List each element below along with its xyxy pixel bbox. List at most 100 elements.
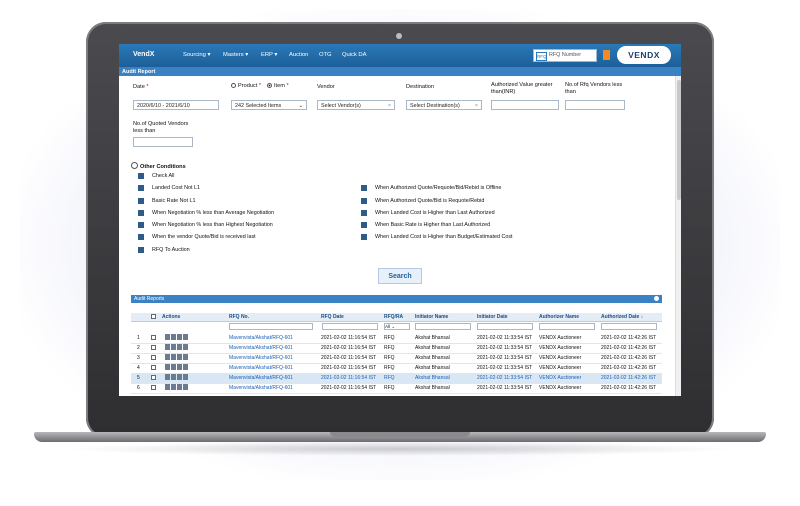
page-scrollbar[interactable] bbox=[675, 76, 681, 396]
condition-checkbox[interactable] bbox=[361, 222, 367, 228]
condition-checkbox[interactable] bbox=[138, 222, 144, 228]
check-all-checkbox[interactable] bbox=[138, 173, 144, 179]
edit-icon[interactable] bbox=[171, 384, 176, 390]
row-checkbox[interactable] bbox=[151, 344, 156, 350]
condition-checkbox[interactable] bbox=[361, 210, 367, 216]
app-brand[interactable]: VendX bbox=[133, 51, 154, 58]
authorized-value-input[interactable] bbox=[491, 100, 559, 110]
cell-rfq[interactable]: Mavenvista/Akshat/RFQ-601 bbox=[229, 375, 293, 381]
quoted-vendors-input[interactable] bbox=[133, 137, 193, 147]
edit-icon[interactable] bbox=[171, 344, 176, 350]
close-icon[interactable]: × bbox=[475, 101, 478, 111]
date-range-input[interactable]: 2020/6/10 - 2021/6/10 bbox=[133, 100, 219, 110]
col-authorizer-name[interactable]: Authorizer Name bbox=[539, 314, 579, 320]
rfq-vendors-input[interactable] bbox=[565, 100, 625, 110]
cell-rfq[interactable]: Mavenvista/Akshat/RFQ-601 bbox=[229, 355, 293, 361]
cell-rfq[interactable]: Mavenvista/Akshat/RFQ-601 bbox=[229, 345, 293, 351]
row-actions[interactable] bbox=[165, 354, 197, 361]
col-initiator-date[interactable]: Initiator Date bbox=[477, 314, 508, 320]
report-icon[interactable] bbox=[177, 374, 182, 380]
view-icon[interactable] bbox=[165, 384, 170, 390]
view-icon[interactable] bbox=[165, 364, 170, 370]
col-rfq-ra[interactable]: RFQ/RA bbox=[384, 314, 403, 320]
menu-otg[interactable]: OTG bbox=[319, 52, 332, 58]
row-checkbox[interactable] bbox=[151, 354, 156, 360]
report-icon[interactable] bbox=[177, 384, 182, 390]
menu-auction[interactable]: Auction bbox=[289, 52, 308, 58]
filter-rfq-date[interactable] bbox=[322, 323, 378, 330]
report-icon[interactable] bbox=[177, 344, 182, 350]
item-select[interactable]: 242 Selected Items ⌄ bbox=[231, 100, 307, 110]
search-button[interactable]: Search bbox=[378, 268, 422, 284]
condition-checkbox[interactable] bbox=[138, 185, 144, 191]
product-radio[interactable]: Product * bbox=[231, 83, 261, 89]
condition-checkbox[interactable] bbox=[138, 198, 144, 204]
row-checkbox[interactable] bbox=[151, 384, 156, 390]
report-icon[interactable] bbox=[177, 354, 182, 360]
row-actions[interactable] bbox=[165, 334, 197, 341]
cell-rfq[interactable]: Mavenvista/Akshat/RFQ-601 bbox=[229, 365, 293, 371]
report-icon[interactable] bbox=[177, 334, 182, 340]
filter-initiator-name[interactable] bbox=[415, 323, 471, 330]
view-icon[interactable] bbox=[165, 354, 170, 360]
edit-icon[interactable] bbox=[171, 364, 176, 370]
condition-checkbox[interactable] bbox=[138, 234, 144, 240]
item-radio-icon[interactable] bbox=[267, 83, 272, 88]
vendor-select[interactable]: Select Vendor(s) × bbox=[317, 100, 395, 110]
filter-rfq-no[interactable] bbox=[229, 323, 313, 330]
condition-checkbox[interactable] bbox=[361, 185, 367, 191]
orange-menu-icon[interactable] bbox=[603, 50, 610, 60]
menu-erp[interactable]: ERP ▾ bbox=[261, 52, 277, 58]
filter-authorized-date[interactable] bbox=[601, 323, 657, 330]
col-rfq-no[interactable]: RFQ No. bbox=[229, 314, 249, 320]
edit-icon[interactable] bbox=[171, 354, 176, 360]
scrollbar-thumb[interactable] bbox=[677, 80, 681, 200]
cell-idate: 2021-02-02 11:33:54 IST bbox=[477, 345, 533, 351]
row-checkbox[interactable] bbox=[151, 364, 156, 370]
condition-checkbox[interactable] bbox=[138, 247, 144, 253]
row-actions[interactable] bbox=[165, 364, 197, 371]
other-conditions-title[interactable]: Other Conditions bbox=[131, 162, 186, 170]
view-icon[interactable] bbox=[165, 344, 170, 350]
item-radio[interactable]: Item * bbox=[267, 83, 289, 89]
cell-n: 4 bbox=[137, 365, 140, 371]
row-actions[interactable] bbox=[165, 344, 197, 351]
collapse-icon[interactable] bbox=[131, 162, 138, 169]
select-all-checkbox[interactable] bbox=[151, 314, 156, 319]
col-initiator-name[interactable]: Initiator Name bbox=[415, 314, 448, 320]
view-icon[interactable] bbox=[165, 374, 170, 380]
copy-icon[interactable] bbox=[183, 364, 188, 370]
edit-icon[interactable] bbox=[171, 374, 176, 380]
collapse-icon[interactable] bbox=[654, 296, 659, 301]
copy-icon[interactable] bbox=[183, 374, 188, 380]
edit-icon[interactable] bbox=[171, 334, 176, 340]
condition-checkbox[interactable] bbox=[361, 198, 367, 204]
copy-icon[interactable] bbox=[183, 344, 188, 350]
condition-checkbox[interactable] bbox=[361, 234, 367, 240]
col-rfq-date[interactable]: RFQ Date bbox=[321, 314, 344, 320]
close-icon[interactable]: × bbox=[388, 101, 391, 111]
row-actions[interactable] bbox=[165, 384, 197, 391]
copy-icon[interactable] bbox=[183, 334, 188, 340]
col-authorized-date[interactable]: Authorized Date ↓ bbox=[601, 314, 643, 320]
table-row[interactable]: 6 Mavenvista/Akshat/RFQ-601 2021-02-02 11:… bbox=[131, 383, 662, 394]
report-icon[interactable] bbox=[177, 364, 182, 370]
filter-rfq-ra[interactable]: All ⌄ bbox=[384, 323, 410, 330]
filter-initiator-date[interactable] bbox=[477, 323, 533, 330]
filter-authorizer-name[interactable] bbox=[539, 323, 595, 330]
row-actions[interactable] bbox=[165, 374, 197, 381]
destination-select[interactable]: Select Destination(s) × bbox=[406, 100, 482, 110]
row-checkbox[interactable] bbox=[151, 374, 156, 380]
view-icon[interactable] bbox=[165, 334, 170, 340]
condition-checkbox[interactable] bbox=[138, 210, 144, 216]
product-radio-icon[interactable] bbox=[231, 83, 236, 88]
rfq-number-input[interactable]: RFQ RFQ Number bbox=[533, 49, 597, 62]
cell-rfq[interactable]: Mavenvista/Akshat/RFQ-601 bbox=[229, 385, 293, 391]
copy-icon[interactable] bbox=[183, 384, 188, 390]
menu-sourcing[interactable]: Sourcing ▾ bbox=[183, 52, 210, 58]
menu-masters[interactable]: Masters ▾ bbox=[223, 52, 248, 58]
copy-icon[interactable] bbox=[183, 354, 188, 360]
row-checkbox[interactable] bbox=[151, 334, 156, 340]
cell-rfq[interactable]: Mavenvista/Akshat/RFQ-601 bbox=[229, 335, 293, 341]
menu-quick-da[interactable]: Quick DA bbox=[342, 52, 366, 58]
